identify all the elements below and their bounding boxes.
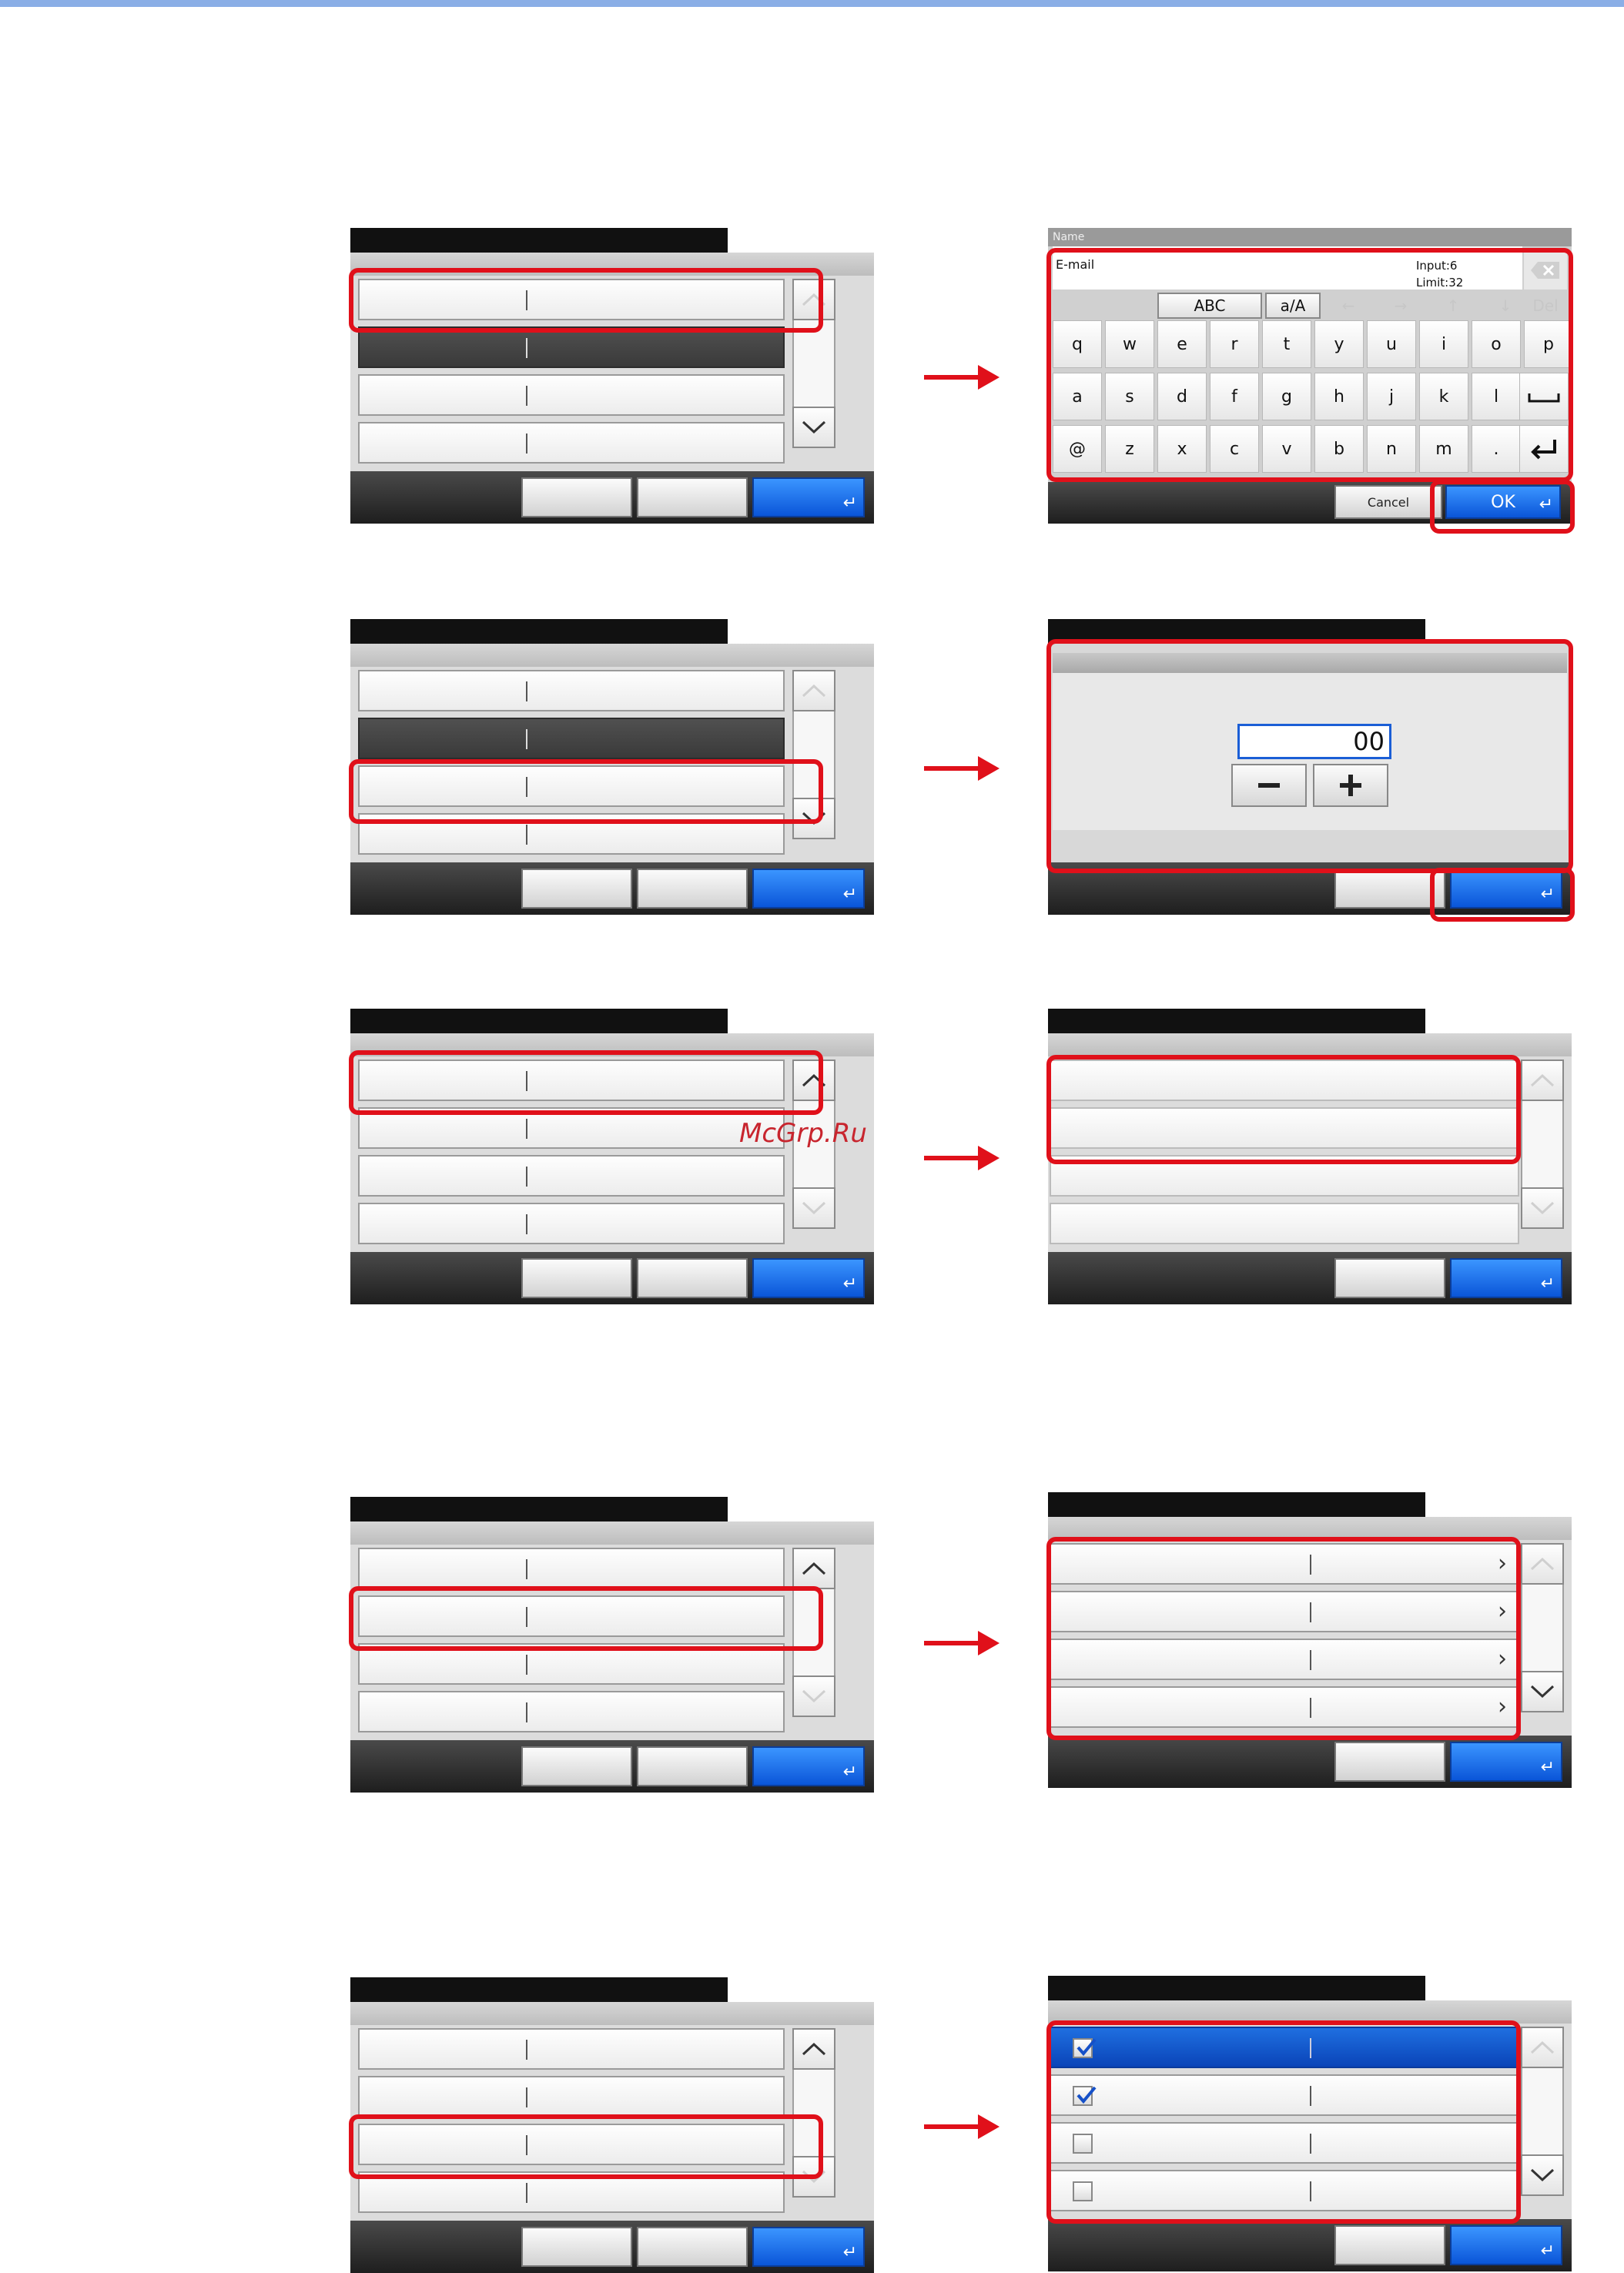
enter-icon: ↵ <box>842 1274 857 1294</box>
bottom-button-2[interactable] <box>637 1258 748 1298</box>
chevron-down-icon <box>802 1689 826 1703</box>
list-item-selected[interactable] <box>358 326 785 368</box>
confirm-button[interactable]: ↵ <box>752 1258 865 1298</box>
chevron-up-icon <box>1530 1557 1555 1571</box>
list-item-selected[interactable] <box>358 718 785 759</box>
list-item[interactable] <box>358 1691 785 1732</box>
scroll-up-button[interactable] <box>1521 1543 1564 1585</box>
highlight-callout <box>1430 480 1575 534</box>
enter-icon: ↵ <box>1540 1758 1555 1777</box>
enter-icon: ↵ <box>1540 1274 1555 1294</box>
list-item[interactable] <box>358 670 785 711</box>
scroll-down-button[interactable] <box>792 1675 835 1717</box>
confirm-button[interactable]: ↵ <box>752 869 865 909</box>
confirm-button[interactable]: ↵ <box>752 477 865 517</box>
panel-title <box>350 228 728 253</box>
highlight-callout <box>349 1050 823 1115</box>
highlight-callout <box>1046 1537 1521 1740</box>
cancel-button[interactable] <box>1334 869 1445 909</box>
highlight-callout <box>349 1586 823 1651</box>
scrollbar-track[interactable] <box>1521 1585 1564 1671</box>
scroll-up-button[interactable] <box>1521 1060 1564 1101</box>
cancel-button[interactable] <box>1334 1258 1445 1298</box>
highlight-callout <box>349 268 823 333</box>
list-item[interactable] <box>358 422 785 464</box>
arrow-right-icon <box>924 756 1000 781</box>
chevron-down-icon <box>802 420 826 434</box>
bottom-button-2[interactable] <box>637 477 748 517</box>
scroll-up-button[interactable] <box>792 1548 835 1589</box>
bottom-button-2[interactable] <box>637 869 748 909</box>
scroll-down-button[interactable] <box>792 407 835 448</box>
scroll-up-button[interactable] <box>1521 2027 1564 2068</box>
ok-button[interactable]: ↵ <box>1450 1742 1562 1782</box>
cancel-button[interactable] <box>1334 1742 1445 1782</box>
keyboard-title: Name <box>1048 228 1572 246</box>
bottom-button-1[interactable] <box>521 2227 632 2267</box>
list-item[interactable] <box>358 1548 785 1589</box>
chevron-up-icon <box>1530 1073 1555 1087</box>
scroll-up-button[interactable] <box>792 670 835 711</box>
chevron-down-icon <box>1530 2168 1555 2182</box>
list-item[interactable] <box>358 374 785 416</box>
list-item[interactable] <box>358 2076 785 2117</box>
bottom-button-1[interactable] <box>521 869 632 909</box>
scroll-down-button[interactable] <box>1521 2154 1564 2196</box>
cancel-button[interactable]: Cancel <box>1334 485 1442 519</box>
arrow-right-icon <box>924 2114 1000 2139</box>
enter-icon: ↵ <box>842 1762 857 1782</box>
bottom-button-1[interactable] <box>521 477 632 517</box>
ok-button[interactable]: ↵ <box>1450 1258 1562 1298</box>
highlight-callout <box>349 2114 823 2179</box>
bottom-button-1[interactable] <box>521 1258 632 1298</box>
list-item[interactable] <box>358 1155 785 1197</box>
chevron-down-icon <box>1530 1201 1555 1215</box>
bottom-button-2[interactable] <box>637 2227 748 2267</box>
scroll-up-button[interactable] <box>792 2028 835 2070</box>
highlight-callout <box>1046 1055 1521 1164</box>
enter-icon: ↵ <box>1540 2241 1555 2261</box>
ok-button[interactable]: ↵ <box>1450 2225 1562 2265</box>
arrow-right-icon <box>924 1631 1000 1655</box>
arrow-right-icon <box>924 365 1000 390</box>
chevron-down-icon <box>1530 1685 1555 1699</box>
list-item[interactable] <box>358 1203 785 1244</box>
list-item[interactable] <box>358 2028 785 2070</box>
scroll-down-button[interactable] <box>792 1187 835 1229</box>
confirm-button[interactable]: ↵ <box>752 1746 865 1786</box>
top-accent-bar <box>0 0 1624 7</box>
highlight-callout <box>1046 639 1573 873</box>
bottom-button-2[interactable] <box>637 1746 748 1786</box>
enter-icon: ↵ <box>842 885 857 904</box>
scroll-down-button[interactable] <box>1521 1671 1564 1712</box>
chevron-down-icon <box>802 1201 826 1215</box>
arrow-right-icon <box>924 1146 1000 1170</box>
highlight-callout <box>1046 2020 1521 2224</box>
scrollbar-track[interactable] <box>792 320 835 407</box>
highlight-callout <box>1046 248 1573 482</box>
enter-icon: ↵ <box>842 494 857 513</box>
scroll-down-button[interactable] <box>1521 1187 1564 1229</box>
chevron-up-icon <box>802 1562 826 1575</box>
chevron-up-icon <box>802 684 826 698</box>
chevron-up-icon <box>802 2042 826 2056</box>
scrollbar-track[interactable] <box>1521 2068 1564 2154</box>
scrollbar-track[interactable] <box>1521 1101 1564 1187</box>
option-item[interactable] <box>1050 1203 1519 1244</box>
bottom-button-1[interactable] <box>521 1746 632 1786</box>
watermark: McGrp.Ru <box>739 1118 867 1149</box>
chevron-up-icon <box>1530 2040 1555 2054</box>
highlight-callout <box>349 759 823 824</box>
highlight-callout <box>1430 868 1575 922</box>
enter-icon: ↵ <box>842 2243 857 2262</box>
cancel-button[interactable] <box>1334 2225 1445 2265</box>
confirm-button[interactable]: ↵ <box>752 2227 865 2267</box>
